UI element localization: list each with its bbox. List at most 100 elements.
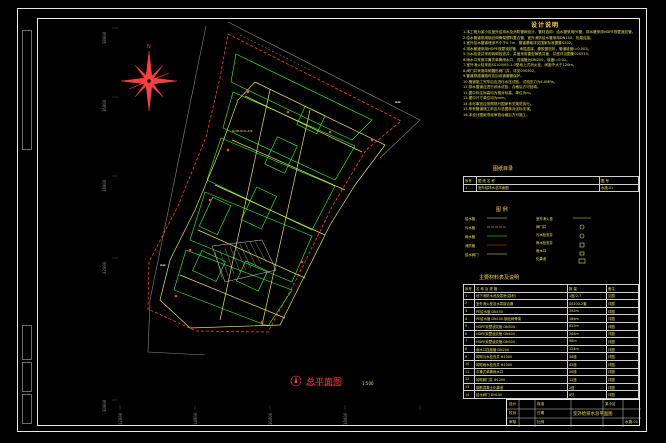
table-cell: 砖砌污水检查井 Φ1000	[474, 352, 568, 361]
table-cell: 详图	[606, 375, 639, 384]
svg-text:▬▬: ▬▬	[160, 263, 166, 267]
table-row: 1 地下消防水池及泵房(容积) 1座/2-7 见图	[463, 291, 639, 301]
table-cell: 详图	[606, 329, 639, 339]
legend-item: 室外消火栓	[536, 217, 553, 221]
table-cell: 详图	[606, 359, 639, 369]
title-block-label: 设计	[509, 402, 517, 406]
note-line: 16.本设计图纸须经审查合格后方可施工。	[463, 112, 530, 117]
notes-body: 1.本工程为某小区室外给排水及消防管网设计，管材选用：给水管采用PE管，排水管采…	[463, 30, 635, 150]
table-cell: 268m	[567, 329, 607, 339]
equipment-table: 序号 名 称 及 规 格 数 量 备注 1 地下消防水池及泵房(容积) 1座/2-7…	[463, 284, 639, 399]
table-cell: 124m	[567, 344, 607, 354]
table-row: 14 给水阀门 DN150 8只 详图	[463, 390, 639, 399]
table-header: 名 称 及 规 格	[474, 284, 568, 293]
table-cell: 平箅式单箅雨水口	[474, 367, 568, 377]
legend-item: 污水管	[465, 226, 476, 230]
table-row: 10 砖砌雨水检查井 Φ1000 42座 详图	[463, 359, 639, 369]
title-block-sheet: 水施-01	[625, 420, 639, 424]
table-cell: 砖砌雨水检查井 Φ1000	[474, 359, 568, 369]
legend-item: 化粪池	[536, 257, 547, 261]
legend-right-list: 室外消火栓 阀门井 污水检查井 雨水检查井 雨水口 化粪池	[536, 215, 553, 263]
table-cell: 详图	[606, 314, 639, 323]
table-cell: 详图	[606, 321, 639, 331]
table-row: 12 砖砌阀门井 Φ1200 12座 详图	[463, 375, 639, 384]
table-cell: 38座	[567, 352, 607, 361]
table-cell: 砖砌阀门井 Φ1200	[474, 375, 568, 384]
table-cell: 钢筋混凝土化粪池	[474, 382, 568, 392]
table-cell: 56座	[567, 367, 607, 377]
table-cell: 见图	[606, 291, 639, 301]
table-cell: 8只	[567, 390, 607, 399]
small-north-icon	[290, 375, 302, 387]
title-block-label: 日期	[537, 411, 545, 415]
title-block-label: 比例	[537, 420, 545, 424]
table-cell: 6	[463, 329, 475, 339]
cluster-label: R/2B-6/2L-4/4	[232, 129, 253, 133]
table-cell: 详图	[606, 337, 639, 346]
table-cell: 12座	[567, 375, 607, 384]
plan-scale: 1:500	[362, 381, 374, 386]
drawing-list-table: 序号 图 纸 名 称 图 号 1 室外给排水总平面图 水施-01	[463, 176, 639, 193]
legend-item: 雨水口	[536, 249, 547, 253]
table-header: 图 纸 名 称	[476, 176, 600, 185]
legend-item: 雨水管	[465, 235, 476, 239]
table-cell: 5	[463, 321, 475, 331]
legend-left-list: 给水管 污水管 雨水管 消防管 给水阀门	[465, 215, 479, 260]
title-block-label: 校对	[509, 411, 517, 415]
table-cell: 室外给排水总平面图	[476, 183, 600, 193]
table-cell: 1	[463, 291, 475, 301]
table-row: 11 平箅式单箅雨水口 56座 详图	[463, 367, 639, 377]
table-cell: 详图	[606, 390, 639, 399]
table-row: 13 钢筋混凝土化粪池 2座 详图	[463, 382, 639, 392]
table-header: 数 量	[567, 284, 607, 293]
cad-drawing-canvas[interactable]: R/2B-6/2L-4/4 ▬▬ ▬▬ N 38000 36000 34000 …	[0, 0, 666, 443]
table-cell: SS100-2套	[567, 299, 607, 308]
table-cell: 详图	[606, 367, 639, 377]
table-row: 1 室外给排水总平面图 水施-01	[463, 183, 639, 193]
svg-text:N: N	[147, 44, 151, 50]
table-cell: 详图	[606, 352, 639, 361]
grid-label-bottom: 12000	[118, 412, 123, 425]
grid-label-left: 38000	[102, 31, 107, 44]
table-row: 6 HDPE双壁波纹管 DN400 268m 详图	[463, 329, 639, 339]
table-cell: 13	[463, 382, 475, 392]
table-cell: HDPE双壁波纹管 DN300	[474, 321, 568, 331]
table-cell: 水施-01	[599, 183, 639, 193]
grid-label-left: 34000	[102, 179, 107, 192]
table-cell: 2	[463, 299, 475, 308]
table-row: 5 HDPE双壁波纹管 DN300 412m 详图	[463, 321, 639, 331]
grid-label-bottom: 16000	[268, 412, 273, 425]
site-boundary	[147, 21, 421, 356]
title-block-project: 某小区	[605, 402, 616, 406]
table-cell: 给水阀门 DN150	[474, 390, 568, 399]
table-cell: 11	[463, 367, 475, 377]
plan-caption: 总平面图	[306, 378, 343, 388]
legend-item: 阀门井	[536, 225, 547, 229]
table-row: 3 PE给水管 DN150 352m 详图	[463, 306, 639, 316]
title-block-label: 批准	[537, 402, 545, 406]
table-cell: PE给水管 DN150	[474, 306, 568, 316]
legend-item: 雨水检查井	[536, 241, 553, 245]
table-cell: 室外消火栓及水泵接合器	[474, 299, 568, 308]
table-cell: 8	[463, 344, 475, 354]
table-row: 4 PE给水管 DN100 钢丝网骨架 186m 详图	[463, 314, 639, 323]
table-row: 8 雨水口连接管 DN200 124m 详图	[463, 344, 639, 354]
svg-text:▬▬: ▬▬	[395, 100, 401, 104]
table-cell: 7	[463, 337, 475, 346]
drawing-list-title: 图纸目录	[493, 166, 514, 172]
table-row: 9 砖砌污水检查井 Φ1000 38座 详图	[463, 352, 639, 361]
table-cell: 352m	[567, 306, 607, 316]
table-cell: 96m	[567, 337, 607, 346]
legend-item: 污水检查井	[536, 233, 553, 237]
table-cell: 详图	[606, 299, 639, 308]
table-cell: 1座/2-7	[567, 291, 607, 301]
table-cell: 9	[463, 352, 475, 361]
table-cell: 详图	[606, 306, 639, 316]
table-cell: 2座	[567, 382, 607, 392]
title-block-label: 审核	[509, 420, 517, 424]
grid-label-bottom: 14000	[193, 412, 198, 425]
table-header: 备注	[606, 284, 639, 293]
table-cell: 10	[463, 359, 475, 369]
grid-label-left: 30000	[102, 399, 107, 412]
title-block-drawing-name: 室外给排水总平面图	[573, 412, 613, 417]
